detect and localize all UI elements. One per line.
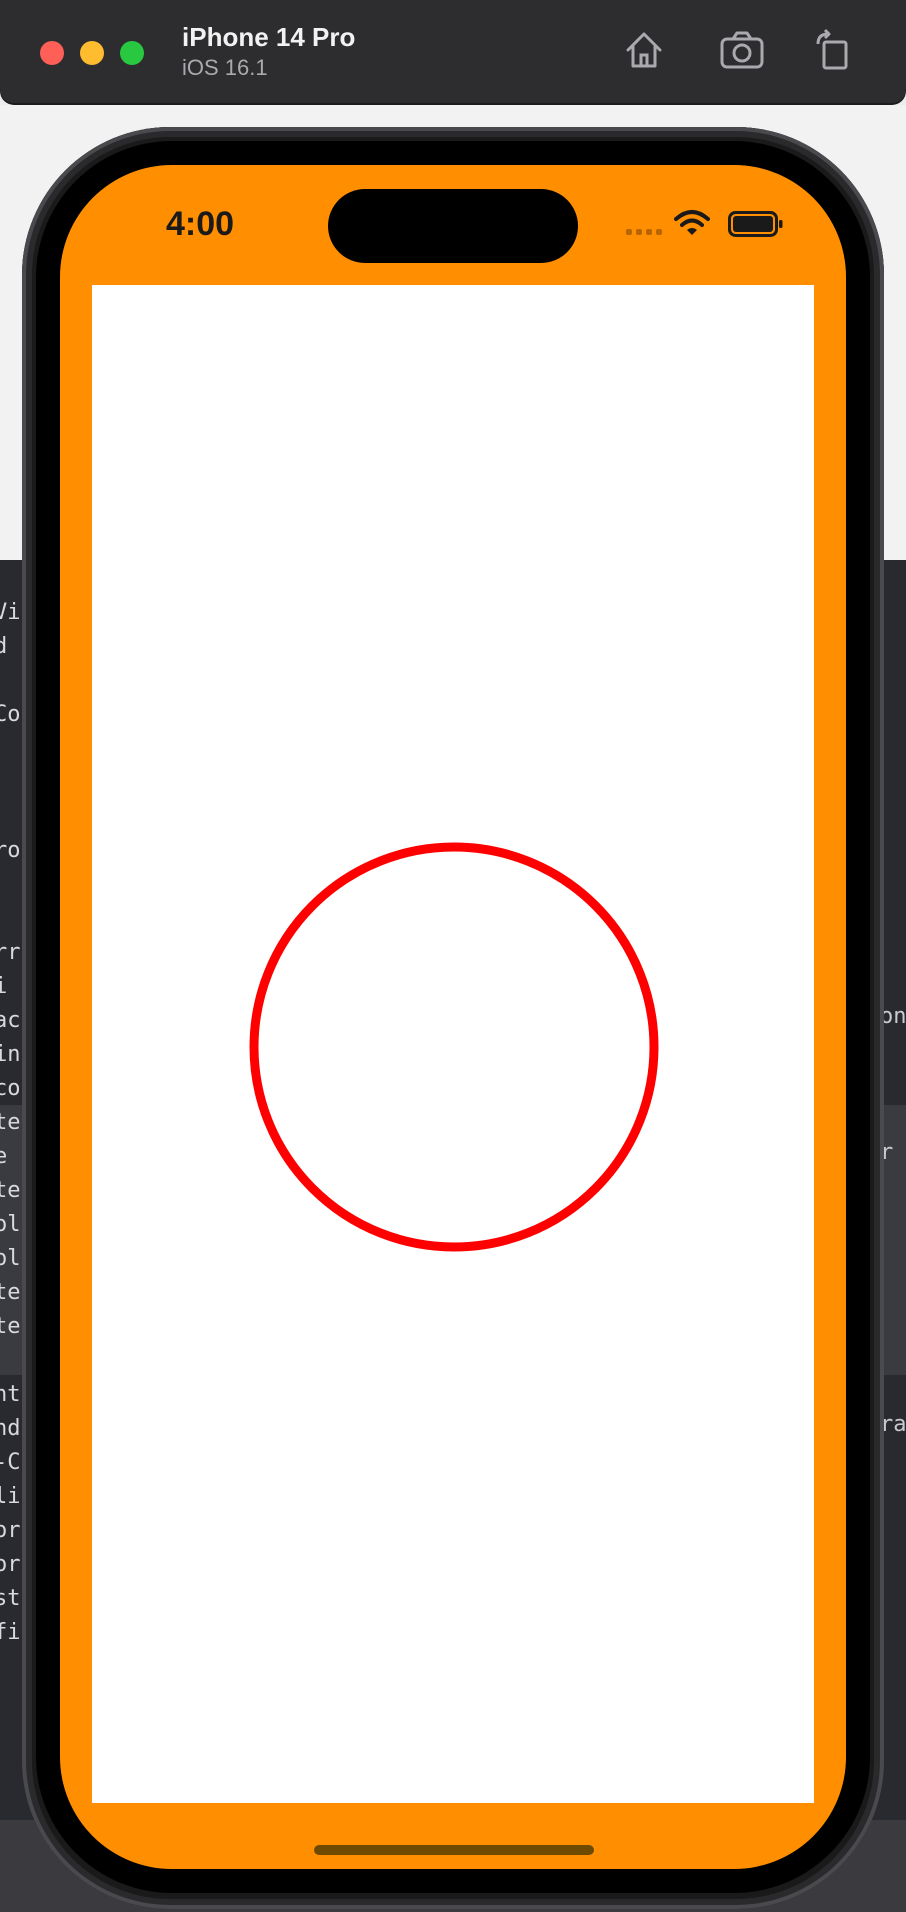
dynamic-island: [328, 189, 578, 263]
zoom-window-button[interactable]: [120, 41, 144, 65]
close-window-button[interactable]: [40, 41, 64, 65]
status-time: 4:00: [166, 205, 235, 243]
cellular-signal-icon: [626, 229, 662, 235]
background-code-left: Vi d Co ro rr i ac in co te e te ol ol t…: [0, 600, 21, 1645]
home-indicator[interactable]: [314, 1845, 594, 1855]
device-name: iPhone 14 Pro: [182, 22, 356, 52]
device-screen[interactable]: 4:00: [60, 165, 846, 1869]
app-content-view: [92, 285, 814, 1803]
battery-icon: [728, 211, 783, 237]
simulator-title-bar: iPhone 14 Pro iOS 16.1: [0, 0, 906, 103]
home-icon: [626, 32, 662, 68]
minimize-window-button[interactable]: [80, 41, 104, 65]
home-button[interactable]: [618, 24, 670, 76]
camera-icon: [720, 31, 764, 69]
screenshot-button[interactable]: [716, 24, 768, 76]
rotate-button[interactable]: [808, 24, 860, 76]
rotate-icon: [816, 28, 848, 70]
device-os-version: iOS 16.1: [182, 55, 268, 80]
wifi-icon: [674, 210, 710, 235]
red-circle: [249, 842, 659, 1252]
